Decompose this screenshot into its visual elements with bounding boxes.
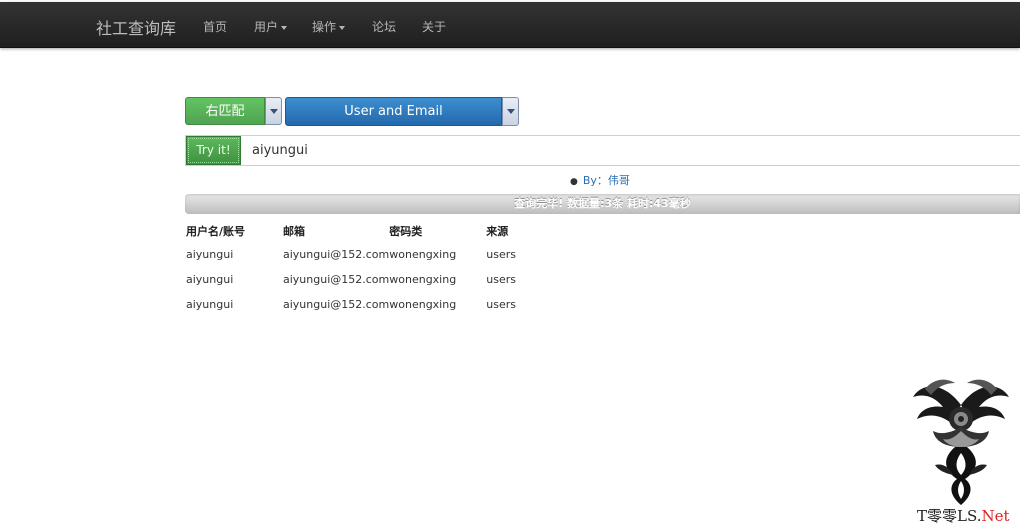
dragon-emblem-icon	[905, 375, 1017, 525]
cell-source: users	[486, 298, 516, 311]
nav-forum[interactable]: 论坛	[372, 18, 396, 35]
nav-actions-label: 操作	[312, 20, 337, 34]
table-header-row: 用户名/账号 邮箱 密码类 来源	[186, 220, 546, 242]
search-field-select[interactable]: User and Email	[285, 97, 502, 126]
col-header-source: 来源	[486, 225, 509, 238]
col-header-email: 邮箱	[283, 225, 305, 238]
top-navbar: 社工查询库 首页 用户 操作 论坛 关于	[0, 2, 1020, 48]
cell-email: aiyungui@152.com	[283, 298, 390, 311]
author-credit: ● By：伟哥	[570, 172, 630, 188]
nav-forum-label: 论坛	[372, 20, 397, 34]
cell-email: aiyungui@152.com	[283, 273, 390, 286]
nav-home[interactable]: 首页	[203, 18, 227, 35]
table-row: aiyungui aiyungui@152.com wonengxing use…	[186, 242, 546, 267]
results-table: 用户名/账号 邮箱 密码类 来源 aiyungui aiyungui@152.c…	[186, 220, 546, 317]
cell-username: aiyungui	[186, 248, 234, 261]
search-field-dropdown-toggle[interactable]	[502, 97, 519, 126]
table-row: aiyungui aiyungui@152.com wonengxing use…	[186, 292, 546, 317]
try-it-button[interactable]: Try it!	[186, 136, 241, 165]
author-link[interactable]: 伟哥	[608, 174, 630, 187]
dragon-emblem-svg	[913, 379, 1009, 505]
col-header-username: 用户名/账号	[186, 225, 246, 238]
credit-prefix: By：	[582, 174, 608, 187]
cell-email: aiyungui@152.com	[283, 248, 390, 261]
watermark-text-suffix: Net	[981, 507, 1010, 525]
table-row: aiyungui aiyungui@152.com wonengxing use…	[186, 267, 546, 292]
col-header-password: 密码类	[389, 225, 423, 238]
nav-users-label: 用户	[254, 20, 279, 34]
chevron-down-icon	[270, 109, 278, 114]
nav-actions-dropdown[interactable]: 操作	[312, 18, 346, 35]
caret-down-icon	[281, 25, 288, 30]
query-status-bar: 查询完毕! 数据量:3条 耗时:43毫秒	[185, 194, 1020, 214]
brand-title[interactable]: 社工查询库	[96, 15, 176, 39]
nav-home-label: 首页	[203, 20, 228, 34]
cell-password: wonengxing	[389, 298, 457, 311]
search-input[interactable]	[252, 137, 1012, 164]
cell-source: users	[486, 273, 516, 286]
query-status-text: 查询完毕! 数据量:3条 耗时:43毫秒	[514, 197, 691, 210]
bullet-icon: ●	[570, 177, 578, 187]
match-mode-dropdown-toggle[interactable]	[265, 97, 282, 125]
cell-password: wonengxing	[389, 248, 457, 261]
cell-username: aiyungui	[186, 298, 234, 311]
watermark-text: T零零LS.Net	[917, 505, 1010, 526]
watermark-text-main: T零零LS.	[917, 507, 982, 525]
cell-source: users	[486, 248, 516, 261]
chevron-down-icon	[507, 109, 515, 114]
cell-password: wonengxing	[389, 273, 457, 286]
nav-users-dropdown[interactable]: 用户	[254, 18, 288, 35]
nav-about[interactable]: 关于	[422, 18, 446, 35]
cell-username: aiyungui	[186, 273, 234, 286]
caret-down-icon	[339, 25, 346, 30]
nav-about-label: 关于	[422, 20, 447, 34]
match-mode-select[interactable]: 右匹配	[185, 97, 265, 125]
